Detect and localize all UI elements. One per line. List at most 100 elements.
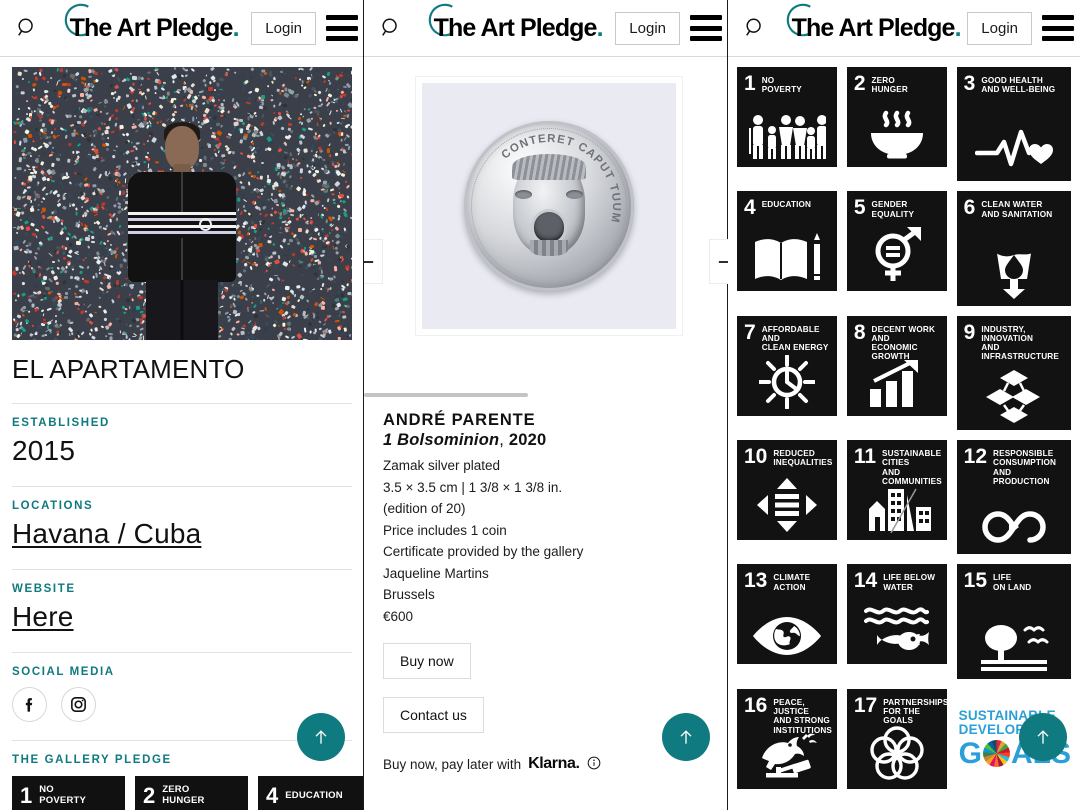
login-button[interactable]: Login — [615, 12, 680, 45]
artwork-year: 2020 — [509, 431, 547, 449]
app-screen: The Art Pledge. Login EL APARTAMENTO EST… — [0, 0, 1080, 810]
sdg-number: 12 — [964, 447, 987, 466]
artwork-price: €600 — [383, 606, 709, 628]
sdg-label: LIFE ON LAND — [993, 571, 1031, 592]
city-buildings-icon — [847, 481, 947, 533]
sdg-tile-14[interactable]: 14 LIFE BELOW WATER — [847, 564, 947, 664]
site-logo[interactable]: The Art Pledge. — [772, 0, 967, 56]
sdg-label: DECENT WORK AND ECONOMIC GROWTH — [872, 323, 940, 362]
sdg-label: PEACE, JUSTICE AND STRONG INSTITUTIONS — [773, 696, 832, 735]
section-label: THE GALLERY PLEDGE — [12, 754, 352, 766]
facebook-icon[interactable] — [12, 687, 47, 722]
sdg-tile-6[interactable]: 6 CLEAN WATER AND SANITATION — [957, 191, 1071, 305]
gallery-section-locations: LOCATIONS Havana / Cuba — [12, 486, 352, 551]
sdg-tile-12[interactable]: 12 RESPONSIBLE CONSUMPTION AND PRODUCTION — [957, 440, 1071, 554]
sdg-label: LIFE BELOW WATER — [883, 571, 935, 592]
scroll-to-top-button-sdg[interactable] — [1019, 713, 1067, 761]
people-family-icon — [737, 114, 837, 160]
logo-text: The Art Pledge. — [434, 14, 603, 42]
page-title: EL APARTAMENTO — [0, 340, 364, 385]
search-icon[interactable] — [10, 11, 44, 45]
login-button[interactable]: Login — [967, 12, 1032, 45]
klarna-text: Buy now, pay later with — [383, 757, 521, 772]
carousel-next-button[interactable] — [709, 239, 728, 284]
tree-birds-icon — [957, 622, 1071, 672]
arrow-left-icon — [364, 253, 375, 271]
sdg-number: 15 — [964, 571, 987, 590]
sdg-tile-16[interactable]: 16 PEACE, JUSTICE AND STRONG INSTITUTIONS — [737, 689, 837, 789]
hamburger-menu-icon[interactable] — [690, 15, 722, 41]
sdg-number: 9 — [964, 323, 976, 342]
carousel-scrollbar-thumb[interactable] — [364, 393, 528, 397]
locations-link[interactable]: Havana / Cuba — [12, 516, 352, 551]
sdg-tile-9[interactable]: 9 INDUSTRY, INNOVATION AND INFRASTRUCTURE — [957, 316, 1071, 430]
logo-dot: . — [955, 14, 961, 42]
artwork-image[interactable]: CONTERET CAPUT TUUM — [416, 77, 682, 335]
site-logo[interactable]: The Art Pledge. — [44, 0, 251, 56]
meta-line: Certificate provided by the gallery — [383, 541, 709, 563]
sdg-tile-4[interactable]: 4 EDUCATION — [737, 191, 837, 291]
header-bar-artwork: The Art Pledge. Login — [364, 0, 728, 57]
sdg-tile-10[interactable]: 10 REDUCED INEQUALITIES — [737, 440, 837, 540]
water-glass-drop-icon — [957, 241, 1071, 299]
sdg-tile-11[interactable]: 11 SUSTAINABLE CITIES AND COMMUNITIES — [847, 440, 947, 540]
sdg-tile-17[interactable]: 17 PARTNERSHIPS FOR THE GOALS — [847, 689, 947, 789]
sdg-tile-8[interactable]: 8 DECENT WORK AND ECONOMIC GROWTH — [847, 316, 947, 416]
logo-text: The Art Pledge. — [70, 14, 239, 42]
search-icon[interactable] — [374, 11, 408, 45]
steaming-bowl-icon — [847, 108, 947, 160]
goal-number: 2 — [143, 785, 155, 807]
carousel-scrollbar[interactable] — [364, 393, 728, 397]
social-links — [12, 687, 352, 722]
pledge-goal-tile[interactable]: 4 EDUCATION — [258, 776, 364, 810]
goal-label: NO POVERTY — [39, 785, 86, 806]
sdg-goal-grid: 1 NO POVERTY 2 ZERO HUNGER 3 GOOD HEALTH AND WEL… — [728, 57, 1080, 789]
eye-globe-icon — [737, 615, 837, 657]
site-logo[interactable]: The Art Pledge. — [408, 0, 615, 56]
meta-line: Brussels — [383, 584, 709, 606]
sdg-tile-15[interactable]: 15 LIFE ON LAND — [957, 564, 1071, 678]
sdg-number: 13 — [744, 571, 767, 590]
section-label: SOCIAL MEDIA — [12, 666, 352, 678]
search-icon[interactable] — [738, 11, 772, 45]
sdg-tile-5[interactable]: 5 GENDER EQUALITY — [847, 191, 947, 291]
klarna-brand: Klarna. — [528, 755, 579, 773]
gallery-panel: The Art Pledge. Login EL APARTAMENTO EST… — [0, 0, 364, 810]
gallery-section-established: ESTABLISHED 2015 — [12, 403, 352, 468]
instagram-icon[interactable] — [61, 687, 96, 722]
sdg-tile-2[interactable]: 2 ZERO HUNGER — [847, 67, 947, 167]
scroll-to-top-button-artwork[interactable] — [662, 713, 710, 761]
sdg-label: RESPONSIBLE CONSUMPTION AND PRODUCTION — [993, 447, 1064, 486]
arrow-up-icon — [676, 726, 696, 748]
cubes-icon — [957, 369, 1071, 423]
pledge-goal-tile[interactable]: 2 ZERO HUNGER — [135, 776, 248, 810]
sdg-label: CLIMATE ACTION — [773, 571, 810, 592]
header-bar-gallery: The Art Pledge. Login — [0, 0, 364, 57]
sdg-label: GENDER EQUALITY — [872, 198, 915, 219]
pledge-goal-tile[interactable]: 1 NO POVERTY — [12, 776, 125, 810]
artwork-artist: ANDRÉ PARENTE — [383, 411, 709, 430]
website-link[interactable]: Here — [12, 599, 352, 634]
meta-line: Jaqueline Martins — [383, 563, 709, 585]
sdg-tile-7[interactable]: 7 AFFORDABLE AND CLEAN ENERGY — [737, 316, 837, 416]
carousel-prev-button[interactable] — [364, 239, 383, 284]
sdg-label: AFFORDABLE AND CLEAN ENERGY — [762, 323, 830, 353]
sdg-tile-3[interactable]: 3 GOOD HEALTH AND WELL-BEING — [957, 67, 1071, 181]
sdg-label: INDUSTRY, INNOVATION AND INFRASTRUCTURE — [981, 323, 1064, 362]
buy-now-button[interactable]: Buy now — [383, 643, 471, 679]
scroll-to-top-button-gallery[interactable] — [297, 713, 345, 761]
hamburger-menu-icon[interactable] — [326, 15, 358, 41]
contact-us-button[interactable]: Contact us — [383, 697, 484, 733]
arrow-up-icon — [1033, 726, 1053, 748]
sdg-number: 14 — [854, 571, 877, 590]
hamburger-menu-icon[interactable] — [1042, 15, 1074, 41]
sdg-panel: The Art Pledge. Login 1 NO POVERTY 2 ZERO HUN… — [728, 0, 1080, 810]
login-button[interactable]: Login — [251, 12, 316, 45]
sun-power-icon — [737, 355, 837, 409]
interlocking-circles-icon — [847, 726, 947, 782]
sdg-tile-13[interactable]: 13 CLIMATE ACTION — [737, 564, 837, 664]
logo-dot: . — [597, 14, 603, 42]
sdg-tile-1[interactable]: 1 NO POVERTY — [737, 67, 837, 167]
info-icon[interactable] — [587, 756, 601, 773]
artwork-title-year: 1 Bolsominion, 2020 — [383, 431, 709, 450]
